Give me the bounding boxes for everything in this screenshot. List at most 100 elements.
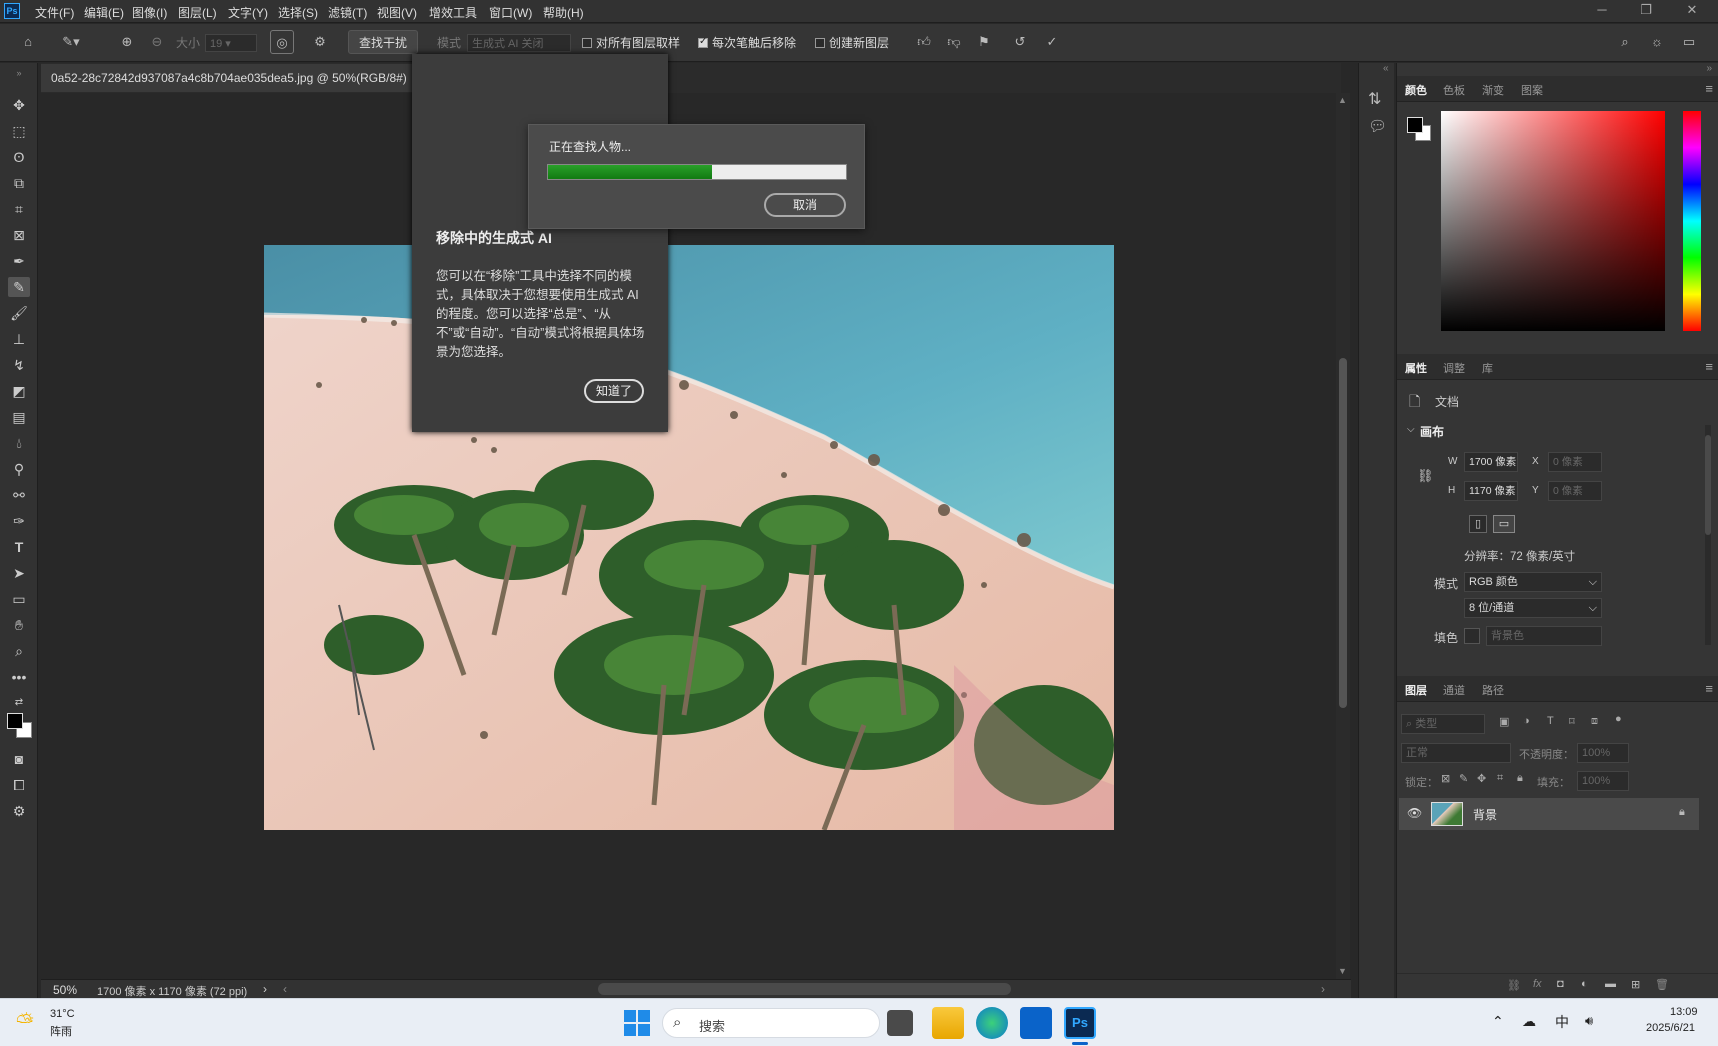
scroll-up-icon[interactable]: ▲ <box>1338 95 1347 105</box>
hand-tool-icon[interactable]: ✋︎ <box>8 615 30 635</box>
horizontal-scroll-thumb[interactable] <box>598 983 1011 995</box>
filter-adjustment-icon[interactable]: ◑ <box>1523 715 1530 727</box>
remove-tool-icon[interactable]: ✎▾ <box>56 30 86 54</box>
home-icon[interactable]: ⌂ <box>16 30 40 54</box>
microsoft-store-icon[interactable] <box>1020 1007 1052 1039</box>
tab-swatches[interactable]: 色板 <box>1443 82 1465 98</box>
cancel-button[interactable]: 取消 <box>764 193 846 217</box>
menu-window[interactable]: 窗口(W) <box>489 4 532 21</box>
menu-type[interactable]: 文字(Y) <box>228 4 268 21</box>
sample-all-checkbox[interactable]: 对所有图层取样 <box>582 34 680 51</box>
menu-filter[interactable]: 滤镜(T) <box>328 4 367 21</box>
clock-date[interactable]: 2025/6/21 <box>1646 1022 1695 1034</box>
task-view-icon[interactable] <box>887 1010 913 1036</box>
layer-filter-select[interactable]: ⌕ 类型 <box>1401 714 1485 734</box>
bit-depth-select[interactable]: 8 位/通道 ⌵ <box>1464 598 1602 618</box>
crop-tool-icon[interactable]: ⌗ <box>8 199 30 219</box>
undo-icon[interactable]: ↺ <box>1010 30 1030 54</box>
pen-tool-icon[interactable]: ✑ <box>8 511 30 531</box>
visibility-eye-icon[interactable]: 👁︎ <box>1407 806 1422 820</box>
add-mode-icon[interactable]: ⊕ <box>116 30 138 54</box>
expand-icon[interactable]: » <box>1706 63 1712 74</box>
hscroll-right-icon[interactable]: › <box>1321 982 1325 996</box>
filter-shape-icon[interactable]: ⌑ <box>1569 715 1575 728</box>
layer-name[interactable]: 背景 <box>1473 806 1497 823</box>
history-panel-icon[interactable]: ⇅ <box>1368 89 1381 109</box>
link-icon[interactable]: ⛓ <box>1417 468 1434 484</box>
settings-gear-icon[interactable]: ⚙ <box>308 30 332 54</box>
tab-libraries[interactable]: 库 <box>1482 360 1493 376</box>
layer-lock-icon[interactable]: 🔒︎ <box>1679 806 1685 819</box>
vertical-scrollbar[interactable]: ▲ ▼ <box>1336 93 1350 980</box>
close-icon[interactable]: ✕ <box>1682 2 1702 20</box>
tab-layers[interactable]: 图层 <box>1405 682 1427 698</box>
object-select-tool-icon[interactable]: ⧉ <box>8 173 30 193</box>
panel-menu-icon[interactable]: ≡ <box>1705 359 1713 374</box>
scroll-down-icon[interactable]: ▼ <box>1338 966 1347 976</box>
tray-chevron-icon[interactable]: ⌃ <box>1492 1013 1504 1030</box>
brush-tool-icon[interactable]: 🖌︎ <box>8 303 30 323</box>
clock-time[interactable]: 13:09 <box>1670 1006 1698 1018</box>
filter-type-icon[interactable]: T <box>1547 715 1554 727</box>
menu-help[interactable]: 帮助(H) <box>543 4 584 21</box>
path-select-icon[interactable]: ➤ <box>8 563 30 583</box>
landscape-icon[interactable]: ▭ <box>1493 515 1515 533</box>
generative-fill-icon[interactable]: ⚙ <box>8 801 30 821</box>
menu-select[interactable]: 选择(S) <box>278 4 318 21</box>
marquee-tool-icon[interactable]: ⬚ <box>8 121 30 141</box>
flag-icon[interactable]: ⚑ <box>974 30 994 54</box>
find-distractions-button[interactable]: 查找干扰 <box>348 30 418 54</box>
link-layers-icon[interactable]: ⛓ <box>1507 979 1521 992</box>
stamp-tool-icon[interactable]: ⊥ <box>8 329 30 349</box>
zoom-level[interactable]: 50% <box>53 983 77 997</box>
move-tool-icon[interactable]: ✥ <box>8 95 30 115</box>
thumbs-down-icon[interactable]: 👎︎ <box>944 30 964 54</box>
fill-select[interactable]: 背景色 <box>1486 626 1602 646</box>
ime-indicator[interactable]: 中 <box>1555 1012 1569 1032</box>
remove-tool-icon[interactable]: ✎ <box>8 277 30 297</box>
filter-smart-icon[interactable]: ⧈ <box>1591 715 1598 728</box>
foreground-color-swatch[interactable] <box>7 713 23 729</box>
history-brush-icon[interactable]: ↯ <box>8 355 30 375</box>
pressure-icon[interactable]: ◎ <box>270 30 294 54</box>
quick-mask-icon[interactable]: ◙ <box>8 749 30 769</box>
thumbs-up-icon[interactable]: 👍︎ <box>914 30 934 54</box>
width-field[interactable]: 1700 像素 <box>1464 452 1518 472</box>
properties-scrollbar[interactable] <box>1705 425 1711 645</box>
tab-patterns[interactable]: 图案 <box>1521 82 1543 98</box>
tab-adjustments[interactable]: 调整 <box>1443 360 1465 376</box>
remove-after-checkbox[interactable]: 每次笔触后移除 <box>698 34 796 51</box>
canvas-image[interactable] <box>264 245 1114 830</box>
fill-opacity-field[interactable]: 100% <box>1577 771 1629 791</box>
eyedropper-tool-icon[interactable]: ✒ <box>8 251 30 271</box>
commit-check-icon[interactable]: ✓ <box>1042 30 1062 54</box>
height-field[interactable]: 1170 像素 <box>1464 481 1518 501</box>
swap-colors-icon[interactable]: ⇄ <box>8 693 30 713</box>
menu-edit[interactable]: 编辑(E) <box>84 4 124 21</box>
rectangle-tool-icon[interactable]: ▭ <box>8 589 30 609</box>
subtract-mode-icon[interactable]: ⊖ <box>146 30 168 54</box>
filter-pixel-icon[interactable]: ▣ <box>1499 715 1509 728</box>
gradient-tool-icon[interactable]: ▤ <box>8 407 30 427</box>
tab-color[interactable]: 颜色 <box>1405 82 1427 98</box>
collapse-arrows-icon[interactable]: » <box>8 63 30 83</box>
lasso-tool-icon[interactable]: ʘ <box>8 147 30 167</box>
hue-slider[interactable] <box>1683 111 1701 331</box>
screen-mode-icon[interactable]: ⧠ <box>8 775 30 795</box>
adjustment-layer-icon[interactable]: ◐ <box>1581 978 1588 990</box>
windows-start-icon[interactable] <box>624 1010 650 1036</box>
vertical-scroll-thumb[interactable] <box>1339 358 1347 708</box>
lock-artboard-icon[interactable]: ⌗ <box>1497 772 1503 785</box>
panel-menu-icon[interactable]: ≡ <box>1705 81 1713 96</box>
menu-image[interactable]: 图像(I) <box>132 4 167 21</box>
layer-row[interactable]: 👁︎ 背景 🔒︎ <box>1399 798 1699 830</box>
tab-properties[interactable]: 属性 <box>1405 360 1427 376</box>
color-field[interactable] <box>1441 111 1665 331</box>
collapse-icon[interactable]: « <box>1383 63 1389 74</box>
delete-layer-icon[interactable]: 🗑︎ <box>1655 978 1669 991</box>
fg-color-chip[interactable] <box>1407 117 1423 133</box>
tab-gradients[interactable]: 渐变 <box>1482 82 1504 98</box>
color-mode-select[interactable]: RGB 颜色 ⌵ <box>1464 572 1602 592</box>
mode-select[interactable]: 生成式 AI 关闭 <box>467 34 571 52</box>
comments-panel-icon[interactable]: 💬︎ <box>1368 117 1387 135</box>
